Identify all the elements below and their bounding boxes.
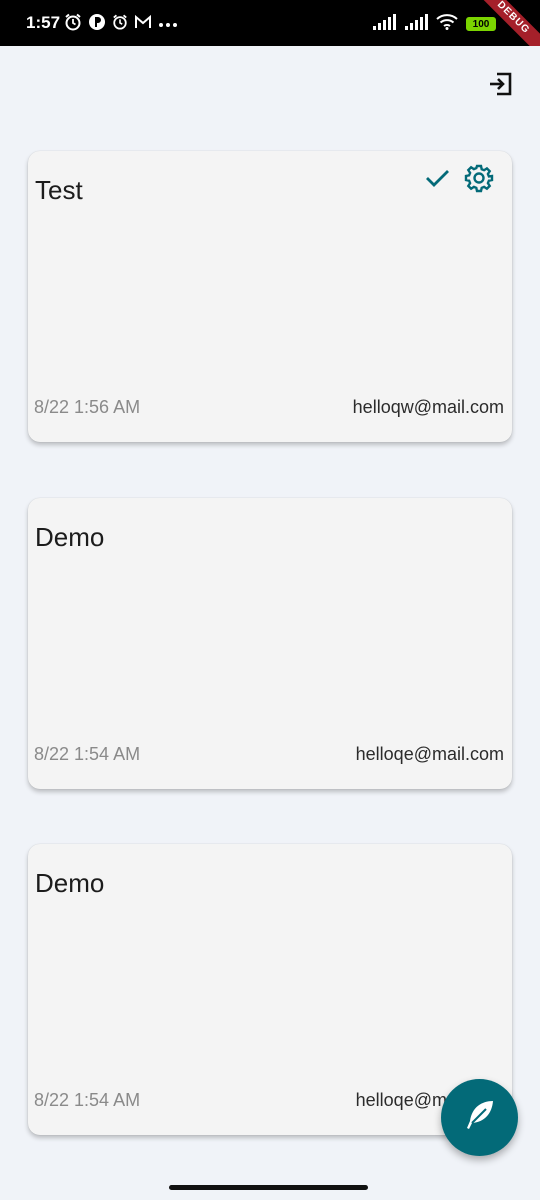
gmail-icon bbox=[134, 14, 152, 35]
note-card[interactable]: Demo 8/22 1:54 AM helloqe@mail.com bbox=[28, 844, 512, 1135]
note-title: Test bbox=[35, 175, 83, 205]
logout-button[interactable] bbox=[486, 71, 516, 101]
note-actions bbox=[422, 163, 494, 198]
wifi-icon bbox=[436, 13, 458, 35]
check-icon bbox=[424, 165, 450, 196]
status-time: 1:57 bbox=[26, 13, 61, 32]
note-email: helloqw@mail.com bbox=[352, 397, 504, 417]
gear-icon bbox=[464, 163, 494, 198]
note-card[interactable]: Demo 8/22 1:54 AM helloqe@mail.com bbox=[28, 498, 512, 789]
app-notification-icon bbox=[88, 13, 106, 36]
new-note-button[interactable] bbox=[441, 1079, 518, 1156]
notification-icons bbox=[64, 13, 178, 36]
alarm-icon bbox=[64, 13, 82, 36]
alarm-icon-2 bbox=[112, 14, 128, 35]
note-date: 8/22 1:54 AM bbox=[34, 744, 141, 764]
note-title: Demo bbox=[35, 522, 105, 552]
signal-icon-2 bbox=[404, 13, 428, 35]
note-settings-button[interactable] bbox=[464, 163, 494, 198]
note-email: helloqe@mail.com bbox=[355, 744, 504, 764]
note-date: 8/22 1:56 AM bbox=[34, 397, 141, 417]
logout-icon bbox=[487, 70, 515, 103]
more-notifications-icon bbox=[158, 15, 178, 33]
status-bar: 1:57 100 DEBUG bbox=[0, 0, 540, 46]
battery-icon: 100 bbox=[466, 17, 496, 31]
note-date: 8/22 1:54 AM bbox=[34, 1090, 141, 1110]
signal-icon bbox=[372, 13, 396, 35]
home-indicator[interactable] bbox=[169, 1185, 368, 1190]
mark-done-button[interactable] bbox=[422, 165, 452, 195]
feather-icon bbox=[460, 1095, 500, 1140]
note-card[interactable]: Test 8/22 1:56 AM helloqw@mail.com bbox=[28, 151, 512, 442]
note-title: Demo bbox=[35, 868, 105, 898]
system-icons: 100 bbox=[372, 13, 496, 35]
